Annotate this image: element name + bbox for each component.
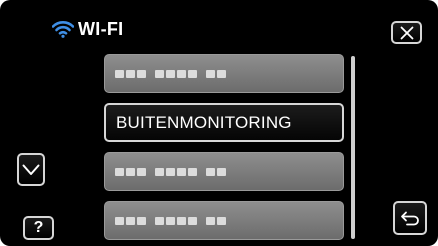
masked-network-name — [115, 167, 226, 176]
masked-network-name — [115, 69, 226, 78]
close-icon — [400, 26, 413, 39]
close-button[interactable] — [391, 21, 422, 44]
back-return-icon — [401, 211, 419, 226]
network-item[interactable] — [104, 201, 344, 240]
network-item-label: BUITENMONITORING — [116, 112, 292, 132]
title-bar: WI-FI — [52, 16, 123, 42]
scroll-down-button[interactable] — [17, 153, 45, 186]
network-item[interactable] — [104, 152, 344, 191]
wifi-icon — [52, 21, 74, 38]
network-item[interactable] — [104, 54, 344, 93]
scrollbar[interactable] — [351, 56, 355, 239]
masked-network-name — [115, 216, 226, 225]
back-button[interactable] — [393, 201, 427, 235]
help-button[interactable]: ? — [23, 216, 54, 240]
chevron-down-icon — [22, 164, 40, 175]
network-item-selected[interactable]: BUITENMONITORING — [104, 103, 344, 142]
page-title: WI-FI — [78, 18, 124, 39]
help-label: ? — [33, 219, 44, 236]
wifi-settings-screen: WI-FI BUITENMONITORING ? — [0, 0, 438, 246]
